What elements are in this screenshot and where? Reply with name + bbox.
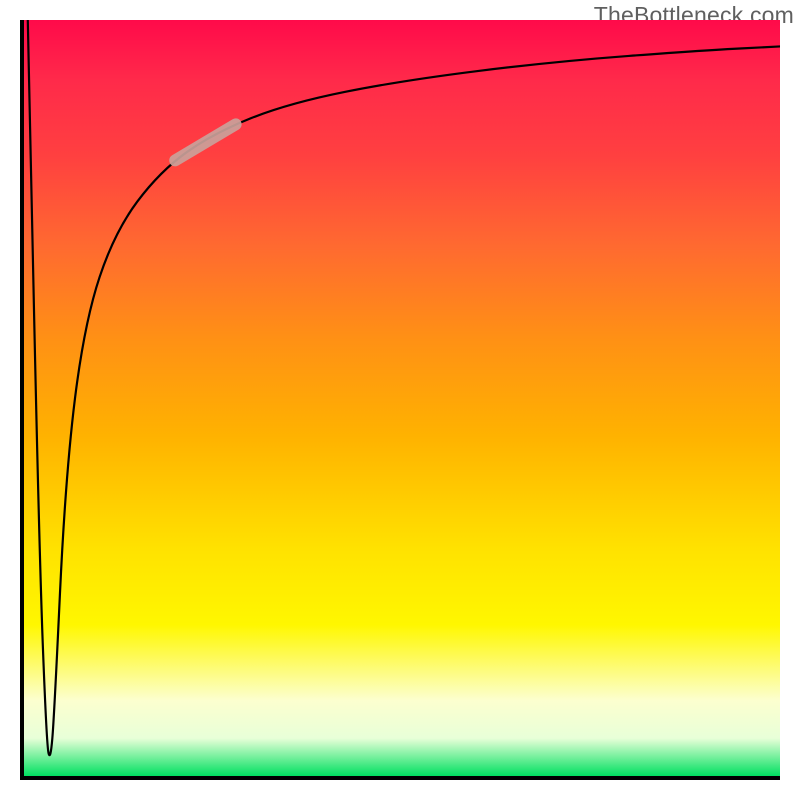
highlight-segment-icon [175, 124, 235, 160]
chart-container: TheBottleneck.com [0, 0, 800, 800]
bottleneck-curve [28, 20, 780, 755]
curve-layer [24, 20, 780, 776]
plot-area [20, 20, 780, 780]
